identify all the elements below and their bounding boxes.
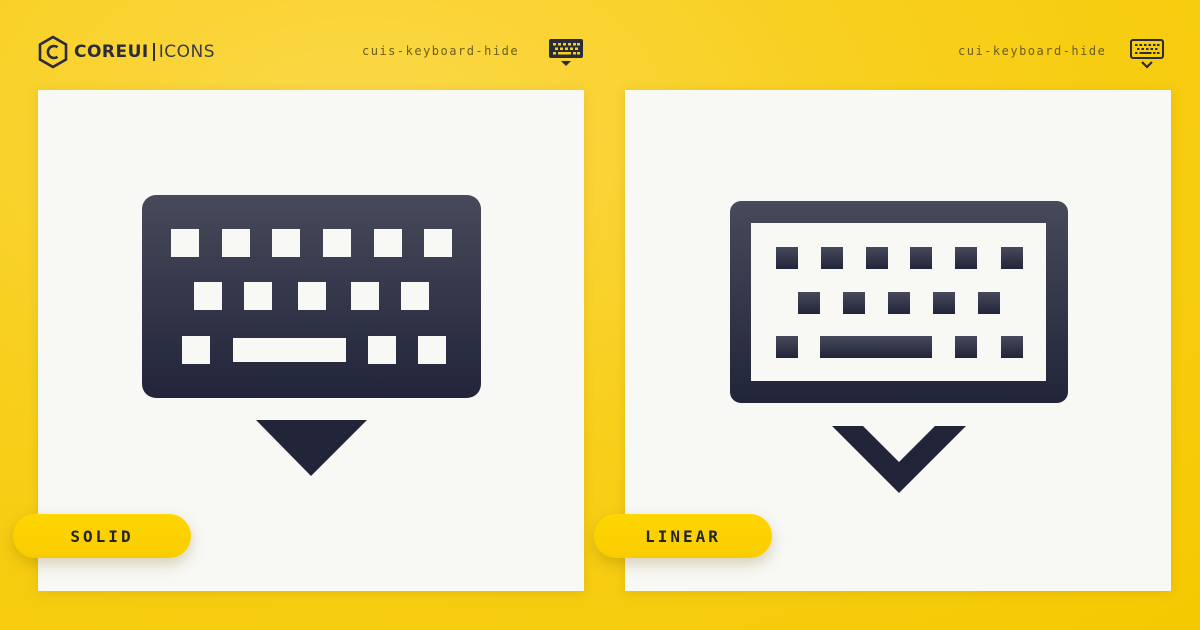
coreui-hexagon-logo-icon <box>38 35 68 69</box>
solid-style-badge: SOLID <box>13 514 191 558</box>
solid-icon-name: cuis-keyboard-hide <box>362 44 520 58</box>
coreui-icons-logo: COREUI ICONS <box>38 35 215 69</box>
linear-style-badge: LINEAR <box>594 514 772 558</box>
logo-divider <box>152 43 155 61</box>
linear-icon-name: cui-keyboard-hide <box>958 44 1107 58</box>
keyboard-hide-solid-mini-icon <box>549 39 583 66</box>
keyboard-hide-linear-mini-icon <box>1130 39 1164 69</box>
logo-text-core: COREUI <box>74 42 149 62</box>
logo-text-icons: ICONS <box>158 42 216 62</box>
